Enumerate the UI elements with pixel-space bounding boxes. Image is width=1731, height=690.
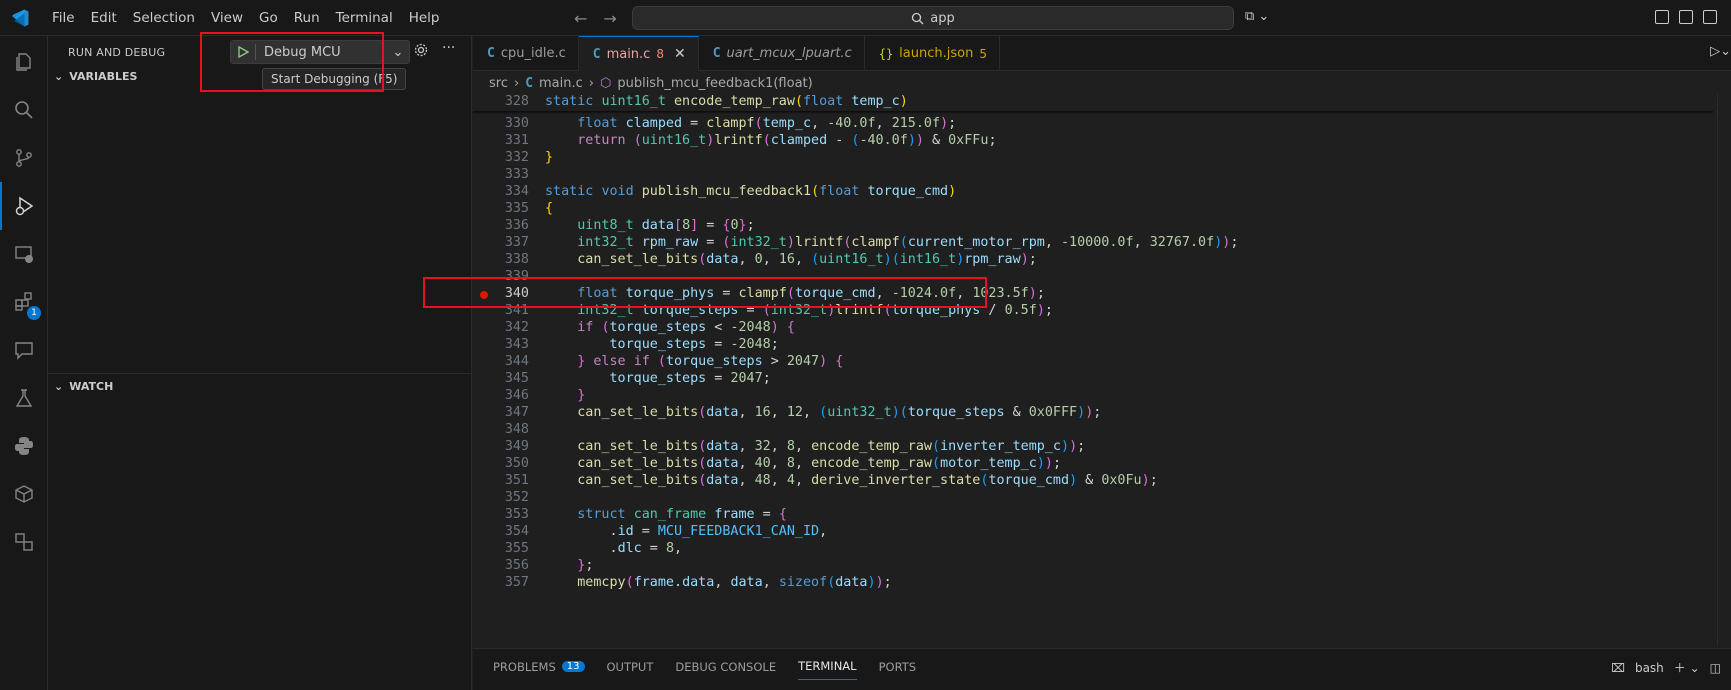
- run-debug-icon[interactable]: [0, 182, 48, 230]
- editor-scrollbar[interactable]: [1717, 94, 1731, 646]
- extensions-badge: 1: [27, 306, 41, 320]
- vscode-logo-icon: [12, 9, 29, 27]
- navigation-arrows: ← →: [574, 9, 617, 28]
- gear-icon[interactable]: [414, 43, 428, 61]
- bottom-panel: PROBLEMS 13 OUTPUT DEBUG CONSOLE TERMINA…: [473, 648, 1731, 690]
- back-arrow-icon[interactable]: ←: [574, 9, 587, 28]
- tab-ports[interactable]: PORTS: [879, 659, 916, 680]
- new-terminal-button[interactable]: ＋ ⌄: [1674, 659, 1700, 676]
- tab-problems[interactable]: PROBLEMS 13: [493, 659, 585, 680]
- breadcrumb-symbol[interactable]: publish_mcu_feedback1(float): [617, 76, 812, 91]
- explorer-icon[interactable]: [0, 38, 48, 86]
- section-divider: [48, 373, 472, 374]
- title-bar: File Edit Selection View Go Run Terminal…: [0, 0, 1731, 36]
- sidebar-title: RUN AND DEBUG: [68, 46, 166, 59]
- run-and-debug-sidebar: RUN AND DEBUG Debug MCU ⌄ ··· Start Debu…: [48, 32, 472, 690]
- tab-label: cpu_idle.c: [500, 46, 566, 61]
- chat-icon[interactable]: [0, 326, 48, 374]
- sticky-scroll-shadow: [473, 111, 1713, 114]
- highlight-box-breakpoint-line: [423, 277, 987, 308]
- split-terminal-icon[interactable]: ◫: [1710, 661, 1721, 675]
- c-file-icon: C: [487, 46, 495, 61]
- tab-main-c[interactable]: C main.c 8 ✕: [578, 36, 699, 71]
- menu-terminal[interactable]: Terminal: [328, 10, 401, 26]
- extensions-icon[interactable]: 1: [0, 278, 48, 326]
- forward-arrow-icon[interactable]: →: [603, 9, 616, 28]
- menu-bar: File Edit Selection View Go Run Terminal…: [44, 0, 447, 36]
- tab-label: DEBUG CONSOLE: [675, 659, 777, 674]
- tab-cpu-idle[interactable]: C cpu_idle.c: [473, 36, 579, 71]
- chevron-down-icon: ⌄: [54, 70, 64, 83]
- search-icon[interactable]: [0, 86, 48, 134]
- tab-label: OUTPUT: [606, 659, 654, 674]
- editor-actions: ▷⌄: [1710, 44, 1731, 59]
- tab-label: launch.json: [899, 46, 974, 61]
- chevron-right-icon: ›: [588, 75, 594, 91]
- breadcrumb-folder[interactable]: src: [489, 76, 508, 91]
- menu-selection[interactable]: Selection: [125, 10, 203, 26]
- menu-run[interactable]: Run: [286, 10, 328, 26]
- watch-label: WATCH: [69, 380, 114, 393]
- chevron-right-icon: ›: [513, 75, 520, 91]
- test-icon[interactable]: [0, 374, 48, 422]
- search-text: app: [930, 10, 955, 26]
- code-line: 357 memcpy(frame.data, data, sizeof(data…: [504, 575, 892, 590]
- accounts-icon[interactable]: [0, 518, 48, 566]
- remote-explorer-icon[interactable]: [0, 230, 48, 278]
- run-debug-icon[interactable]: ▷⌄: [1710, 44, 1731, 59]
- toggle-primary-sidebar-icon[interactable]: [1655, 10, 1669, 24]
- tab-label: TERMINAL: [798, 659, 857, 673]
- tab-launch-json[interactable]: {} launch.json 5: [865, 36, 1000, 71]
- c-file-icon: C: [592, 46, 601, 62]
- highlight-box-debug-config: [200, 32, 384, 92]
- function-symbol-icon: ⬡: [599, 75, 612, 91]
- variables-section-header[interactable]: ⌄ VARIABLES: [54, 70, 137, 83]
- watch-section-header[interactable]: ⌄ WATCH: [54, 380, 113, 393]
- c-file-icon: C: [712, 46, 721, 61]
- problem-count-badge: 8: [656, 47, 664, 61]
- chevron-down-icon[interactable]: ⌄: [387, 45, 409, 60]
- command-center-search[interactable]: app: [632, 6, 1234, 30]
- breadcrumb-file[interactable]: main.c: [539, 76, 583, 91]
- c-file-icon: C: [525, 75, 534, 91]
- editor-area: C cpu_idle.c C main.c 8 ✕ C uart_mcux_lp…: [423, 36, 1731, 648]
- more-actions-icon[interactable]: ···: [442, 40, 455, 56]
- close-icon[interactable]: ✕: [674, 46, 686, 62]
- panel-tabs: PROBLEMS 13 OUTPUT DEBUG CONSOLE TERMINA…: [493, 659, 916, 680]
- editor-tabs: C cpu_idle.c C main.c 8 ✕ C uart_mcux_lp…: [473, 36, 1731, 71]
- menu-edit[interactable]: Edit: [83, 10, 125, 26]
- tab-label: main.c: [606, 46, 651, 62]
- search-icon: [912, 12, 924, 24]
- tab-label: PORTS: [878, 659, 917, 674]
- toggle-secondary-sidebar-icon[interactable]: [1703, 10, 1717, 24]
- menu-file[interactable]: File: [44, 10, 83, 26]
- tab-uart-mcux-lpuart[interactable]: C uart_mcux_lpuart.c: [699, 36, 865, 71]
- chevron-down-icon: ⌄: [54, 380, 64, 393]
- python-icon[interactable]: [0, 422, 48, 470]
- problems-count-badge: 13: [561, 661, 585, 672]
- code-editor[interactable]: 328 static uint16_t encode_temp_raw(float…: [473, 94, 1731, 646]
- tab-terminal[interactable]: TERMINAL: [798, 659, 857, 680]
- containers-icon[interactable]: [0, 470, 48, 518]
- activity-bar: 1: [0, 36, 48, 690]
- menu-help[interactable]: Help: [401, 10, 448, 26]
- terminal-icon: ⌧: [1611, 660, 1625, 675]
- tab-debug-console[interactable]: DEBUG CONSOLE: [675, 659, 776, 680]
- tab-output[interactable]: OUTPUT: [607, 659, 654, 680]
- layout-controls: [1655, 10, 1717, 24]
- variables-label: VARIABLES: [69, 70, 138, 83]
- source-control-icon[interactable]: [0, 134, 48, 182]
- problem-count-badge: 5: [979, 46, 987, 61]
- panel-actions: ⌧ bash ＋ ⌄ ◫: [1611, 659, 1721, 676]
- breadcrumb: src › C main.c › ⬡ publish_mcu_feedback1…: [489, 73, 813, 93]
- toggle-panel-icon[interactable]: [1679, 10, 1693, 24]
- menu-go[interactable]: Go: [251, 10, 286, 26]
- tab-label: PROBLEMS: [493, 659, 556, 674]
- tab-label: uart_mcux_lpuart.c: [726, 46, 852, 61]
- menu-view[interactable]: View: [203, 10, 251, 26]
- json-file-icon: {}: [878, 46, 894, 61]
- shell-name[interactable]: bash: [1635, 661, 1664, 675]
- copilot-icon[interactable]: ⧉ ⌄: [1245, 9, 1269, 24]
